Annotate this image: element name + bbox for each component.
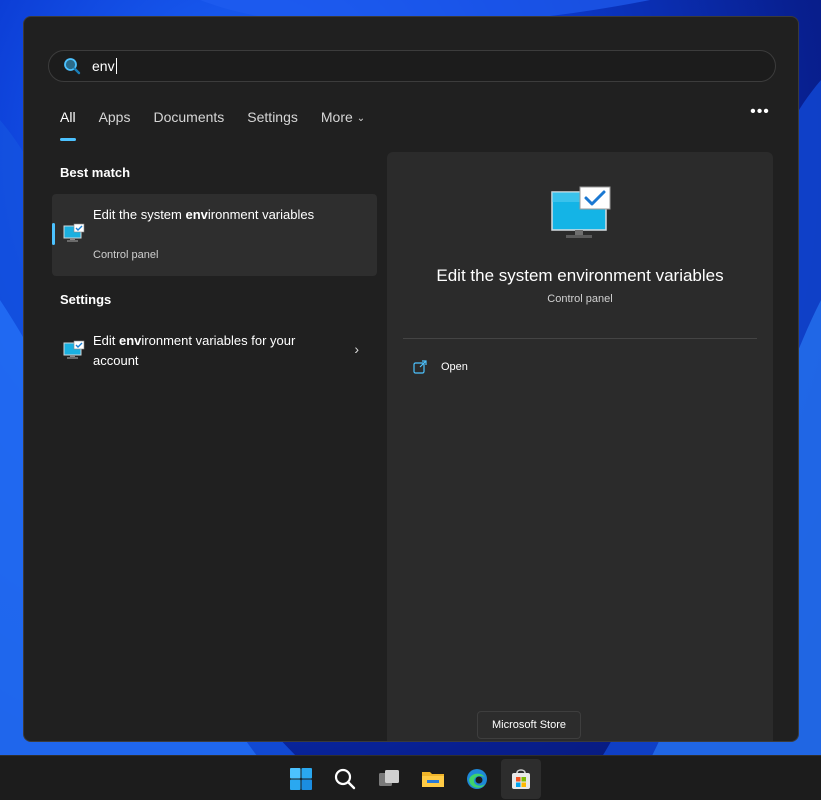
best-match-result[interactable]: Edit the system environment variables Co… bbox=[52, 194, 377, 276]
tab-settings[interactable]: Settings bbox=[247, 109, 298, 133]
more-options-button[interactable]: ••• bbox=[748, 103, 772, 123]
folder-icon bbox=[422, 772, 444, 787]
settings-result[interactable]: Edit environment variables for your acco… bbox=[52, 322, 377, 380]
chevron-down-icon: ⌄ bbox=[356, 113, 366, 124]
divider bbox=[403, 338, 757, 339]
start-search-panel: env All Apps Documents Settings More ⌄ ••… bbox=[23, 16, 799, 742]
open-action[interactable]: Open bbox=[413, 358, 468, 376]
best-match-title: Edit the system environment variables bbox=[93, 207, 315, 222]
monitor-check-icon bbox=[551, 186, 611, 238]
system-properties-icon bbox=[63, 223, 85, 242]
search-button[interactable] bbox=[325, 759, 365, 799]
filter-tabs: All Apps Documents Settings More ⌄ bbox=[60, 109, 388, 141]
preview-subtitle: Control panel bbox=[547, 293, 613, 305]
settings-heading: Settings bbox=[60, 292, 112, 307]
edge-button[interactable] bbox=[457, 759, 497, 799]
best-match-heading: Best match bbox=[60, 165, 131, 180]
start-button[interactable] bbox=[281, 759, 321, 799]
microsoft-store-button[interactable] bbox=[501, 759, 541, 799]
settings-result-title: Edit environment variables for your acco… bbox=[93, 333, 296, 368]
open-label: Open bbox=[441, 361, 468, 373]
task-view-button[interactable] bbox=[369, 759, 409, 799]
search-input[interactable]: env bbox=[92, 58, 117, 74]
task-view-icon bbox=[379, 770, 399, 786]
store-icon bbox=[512, 769, 530, 789]
tab-more[interactable]: More ⌄ bbox=[321, 109, 365, 133]
best-match-subtitle: Control panel bbox=[93, 249, 159, 261]
selection-indicator bbox=[52, 223, 55, 245]
search-icon bbox=[64, 58, 81, 75]
preview-title: Edit the system environment variables bbox=[436, 266, 724, 285]
microsoft-store-tooltip: Microsoft Store bbox=[477, 711, 581, 739]
system-properties-icon bbox=[63, 340, 85, 359]
search-icon bbox=[334, 768, 356, 790]
open-external-icon bbox=[413, 360, 427, 374]
tab-apps[interactable]: Apps bbox=[99, 109, 131, 133]
windows-logo-icon bbox=[290, 768, 312, 790]
search-query: env bbox=[92, 58, 115, 74]
edge-icon bbox=[467, 769, 487, 789]
preview-pane: Edit the system environment variables Co… bbox=[387, 152, 773, 741]
search-box[interactable]: env bbox=[48, 50, 776, 82]
taskbar bbox=[0, 755, 821, 800]
chevron-right-icon[interactable]: › bbox=[354, 341, 359, 357]
tab-all[interactable]: All bbox=[60, 109, 76, 141]
tab-documents[interactable]: Documents bbox=[153, 109, 224, 133]
file-explorer-button[interactable] bbox=[413, 759, 453, 799]
text-caret bbox=[115, 58, 117, 74]
